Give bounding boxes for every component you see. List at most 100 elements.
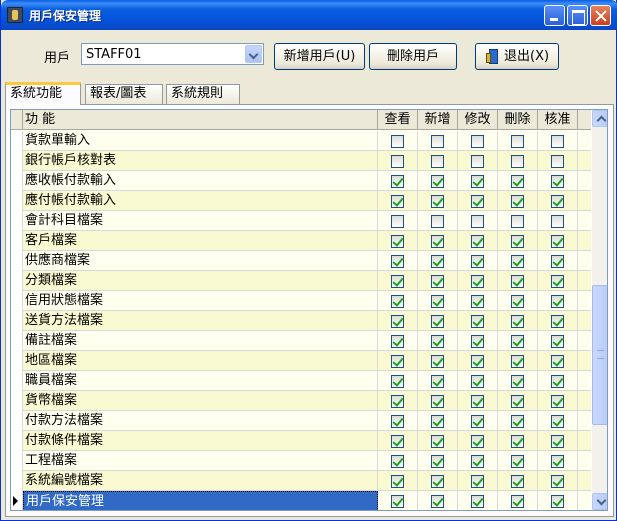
permission-checkbox-view[interactable] — [391, 395, 404, 408]
permission-checkbox-approve[interactable] — [551, 135, 564, 148]
permission-checkbox-view[interactable] — [391, 215, 404, 228]
user-select[interactable]: STAFF01 — [81, 43, 264, 65]
permission-checkbox-delete[interactable] — [511, 135, 524, 148]
permission-checkbox-delete[interactable] — [511, 435, 524, 448]
function-name-cell[interactable]: 信用狀態檔案 — [23, 291, 378, 311]
function-name-cell[interactable]: 應付帳付款輸入 — [23, 191, 378, 211]
permission-checkbox-add[interactable] — [431, 475, 444, 488]
permission-checkbox-add[interactable] — [431, 355, 444, 368]
table-row[interactable]: 貨幣檔案 — [11, 391, 591, 411]
row-selector[interactable] — [11, 431, 23, 451]
permission-checkbox-delete[interactable] — [511, 395, 524, 408]
function-name-cell[interactable]: 工程檔案 — [23, 451, 378, 471]
exit-button[interactable]: 退出(X) — [475, 43, 559, 70]
permission-checkbox-view[interactable] — [391, 335, 404, 348]
permission-checkbox-add[interactable] — [431, 395, 444, 408]
permission-checkbox-add[interactable] — [431, 335, 444, 348]
permission-checkbox-edit[interactable] — [471, 475, 484, 488]
permission-checkbox-add[interactable] — [431, 175, 444, 188]
permission-checkbox-approve[interactable] — [551, 235, 564, 248]
function-name-cell[interactable]: 應收帳付款輸入 — [23, 171, 378, 191]
table-row[interactable]: 客戶檔案 — [11, 231, 591, 251]
permission-checkbox-add[interactable] — [431, 155, 444, 168]
function-name-cell[interactable]: 客戶檔案 — [23, 231, 378, 251]
permission-checkbox-view[interactable] — [391, 415, 404, 428]
permission-checkbox-edit[interactable] — [471, 435, 484, 448]
permission-checkbox-approve[interactable] — [551, 155, 564, 168]
row-selector[interactable] — [11, 191, 23, 211]
chevron-down-icon[interactable] — [245, 45, 262, 63]
table-row[interactable]: 付款條件檔案 — [11, 431, 591, 451]
permission-checkbox-delete[interactable] — [511, 175, 524, 188]
permission-checkbox-delete[interactable] — [511, 495, 524, 508]
scroll-down-icon[interactable] — [592, 493, 607, 510]
table-row[interactable]: 地區檔案 — [11, 351, 591, 371]
permission-checkbox-approve[interactable] — [551, 195, 564, 208]
maximize-button[interactable] — [567, 5, 588, 26]
row-selector[interactable] — [11, 231, 23, 251]
permission-checkbox-view[interactable] — [391, 175, 404, 188]
permission-checkbox-edit[interactable] — [471, 255, 484, 268]
permission-checkbox-add[interactable] — [431, 315, 444, 328]
permission-checkbox-approve[interactable] — [551, 475, 564, 488]
permission-checkbox-edit[interactable] — [471, 215, 484, 228]
permission-checkbox-delete[interactable] — [511, 235, 524, 248]
table-row[interactable]: 備註檔案 — [11, 331, 591, 351]
function-name-cell[interactable]: 送貨方法檔案 — [23, 311, 378, 331]
function-name-cell[interactable]: 系統編號檔案 — [23, 471, 378, 491]
function-name-cell[interactable]: 供應商檔案 — [23, 251, 378, 271]
function-name-cell[interactable]: 地區檔案 — [23, 351, 378, 371]
function-name-cell[interactable]: 貨款單輸入 — [23, 131, 378, 151]
permission-checkbox-edit[interactable] — [471, 235, 484, 248]
table-row[interactable]: 分類檔案 — [11, 271, 591, 291]
permission-checkbox-view[interactable] — [391, 315, 404, 328]
permission-checkbox-delete[interactable] — [511, 375, 524, 388]
permission-checkbox-add[interactable] — [431, 215, 444, 228]
current-row-indicator[interactable] — [11, 491, 23, 510]
permission-checkbox-approve[interactable] — [551, 395, 564, 408]
permission-checkbox-view[interactable] — [391, 255, 404, 268]
table-row[interactable]: 用戶保安管理 — [11, 491, 591, 510]
function-name-cell[interactable]: 貨幣檔案 — [23, 391, 378, 411]
permission-checkbox-add[interactable] — [431, 235, 444, 248]
permission-checkbox-edit[interactable] — [471, 495, 484, 508]
function-name-cell[interactable]: 付款條件檔案 — [23, 431, 378, 451]
permission-checkbox-view[interactable] — [391, 375, 404, 388]
permission-checkbox-edit[interactable] — [471, 295, 484, 308]
permission-checkbox-delete[interactable] — [511, 455, 524, 468]
permission-checkbox-approve[interactable] — [551, 175, 564, 188]
permission-checkbox-delete[interactable] — [511, 355, 524, 368]
permission-checkbox-approve[interactable] — [551, 315, 564, 328]
column-header-edit[interactable]: 修改 — [458, 110, 498, 130]
permission-checkbox-delete[interactable] — [511, 295, 524, 308]
permission-checkbox-approve[interactable] — [551, 495, 564, 508]
permission-checkbox-add[interactable] — [431, 295, 444, 308]
row-selector[interactable] — [11, 271, 23, 291]
permission-checkbox-edit[interactable] — [471, 355, 484, 368]
permission-checkbox-add[interactable] — [431, 275, 444, 288]
permission-checkbox-edit[interactable] — [471, 375, 484, 388]
table-row[interactable]: 會計科目檔案 — [11, 211, 591, 231]
permission-checkbox-delete[interactable] — [511, 255, 524, 268]
delete-user-button[interactable]: 刪除用戶 — [369, 43, 457, 70]
permission-checkbox-add[interactable] — [431, 455, 444, 468]
permission-checkbox-view[interactable] — [391, 275, 404, 288]
row-selector[interactable] — [11, 151, 23, 171]
row-selector[interactable] — [11, 311, 23, 331]
table-row[interactable]: 銀行帳戶核對表 — [11, 151, 591, 171]
permission-checkbox-approve[interactable] — [551, 415, 564, 428]
permission-checkbox-edit[interactable] — [471, 335, 484, 348]
table-row[interactable]: 應付帳付款輸入 — [11, 191, 591, 211]
permission-checkbox-approve[interactable] — [551, 255, 564, 268]
column-header-view[interactable]: 查看 — [378, 110, 418, 130]
minimize-button[interactable] — [544, 5, 565, 26]
permission-checkbox-add[interactable] — [431, 255, 444, 268]
function-name-cell[interactable]: 職員檔案 — [23, 371, 378, 391]
row-selector[interactable] — [11, 411, 23, 431]
permission-checkbox-approve[interactable] — [551, 435, 564, 448]
permission-checkbox-edit[interactable] — [471, 455, 484, 468]
permission-checkbox-view[interactable] — [391, 455, 404, 468]
permission-checkbox-edit[interactable] — [471, 135, 484, 148]
permission-checkbox-delete[interactable] — [511, 415, 524, 428]
function-name-cell[interactable]: 銀行帳戶核對表 — [23, 151, 378, 171]
